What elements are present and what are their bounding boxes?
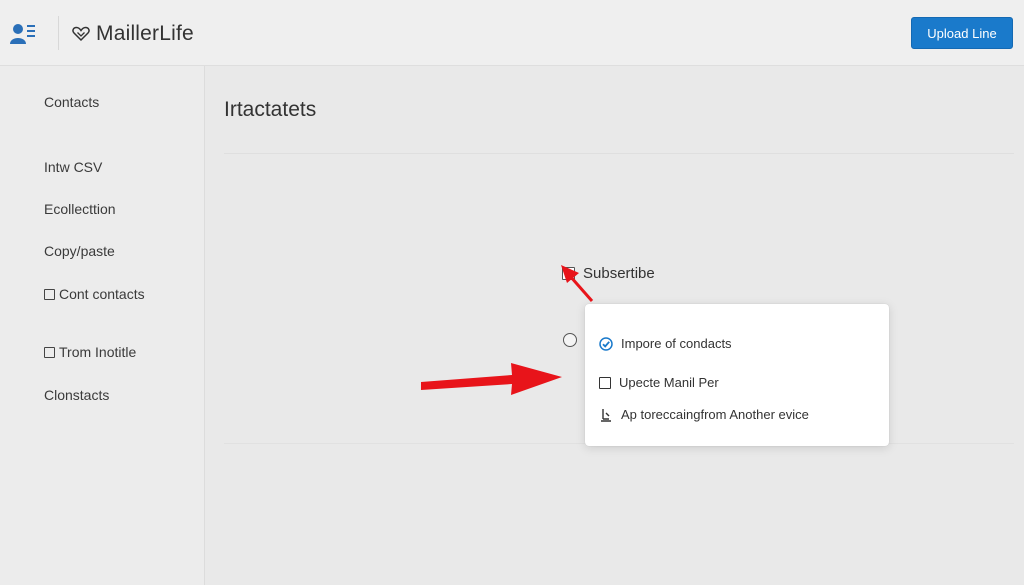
checkbox-icon: [44, 288, 55, 300]
top-bar: MaillerLife Upload Line: [0, 0, 1024, 66]
sidebar-item-label: Ecollecttion: [44, 201, 116, 217]
import-options-dropdown: Impore of condacts Upecte Manil Per Ap t…: [585, 304, 889, 446]
sidebar-item-trom-inotitle[interactable]: Trom Inotitle: [44, 344, 136, 360]
checkbox-empty-icon[interactable]: [599, 376, 611, 389]
page-title: Irtactatets: [224, 98, 317, 121]
sidebar-item-label: Cont contacts: [59, 286, 145, 302]
sidebar-item-copy-paste[interactable]: Copy/paste: [44, 243, 115, 259]
sidebar: Contacts Intw CSV Ecollecttion Copy/past…: [0, 66, 205, 585]
upload-button[interactable]: Upload Line: [911, 17, 1013, 49]
brand-name: MaillerLife: [96, 22, 194, 45]
checkbox-empty-icon[interactable]: [562, 267, 575, 280]
option-label: Impore of condacts: [621, 336, 732, 351]
option-label: Upecte Manil Per: [619, 375, 719, 390]
sidebar-item-contacts[interactable]: Contacts: [44, 94, 99, 110]
checkbox-checked-icon[interactable]: [599, 336, 613, 351]
checkbox-icon: [44, 346, 55, 358]
sidebar-item-label: Contacts: [44, 94, 100, 110]
option-update-mail[interactable]: Upecte Manil Per: [599, 375, 719, 390]
subscribe-option[interactable]: Subsertibe: [562, 265, 655, 282]
option-import-contacts[interactable]: Impore of condacts: [599, 336, 732, 351]
sidebar-item-cont-contacts[interactable]: Cont contacts: [44, 286, 145, 302]
option-from-another-device[interactable]: Ap toreccaingfrom Another evice: [599, 407, 809, 422]
sidebar-item-label: Trom Inotitle: [59, 344, 137, 360]
device-icon: [601, 408, 611, 422]
subscribe-label: Subsertibe: [583, 265, 655, 282]
option-label: Ap toreccaingfrom Another evice: [621, 407, 809, 422]
heart-logo-icon: [72, 26, 90, 42]
sidebar-item-label: Clonstacts: [44, 387, 110, 403]
header-divider: [58, 16, 59, 50]
radio-button[interactable]: [563, 333, 577, 347]
sidebar-item-label: Copy/paste: [44, 243, 115, 259]
user-list-icon[interactable]: [10, 22, 38, 46]
sidebar-item-import-csv[interactable]: Intw CSV: [44, 159, 102, 175]
sidebar-item-collection[interactable]: Ecollecttion: [44, 201, 116, 217]
brand-logo[interactable]: MaillerLife: [72, 21, 194, 47]
divider: [224, 153, 1014, 154]
sidebar-item-clonstacts[interactable]: Clonstacts: [44, 387, 109, 403]
sidebar-item-label: Intw CSV: [44, 159, 103, 175]
